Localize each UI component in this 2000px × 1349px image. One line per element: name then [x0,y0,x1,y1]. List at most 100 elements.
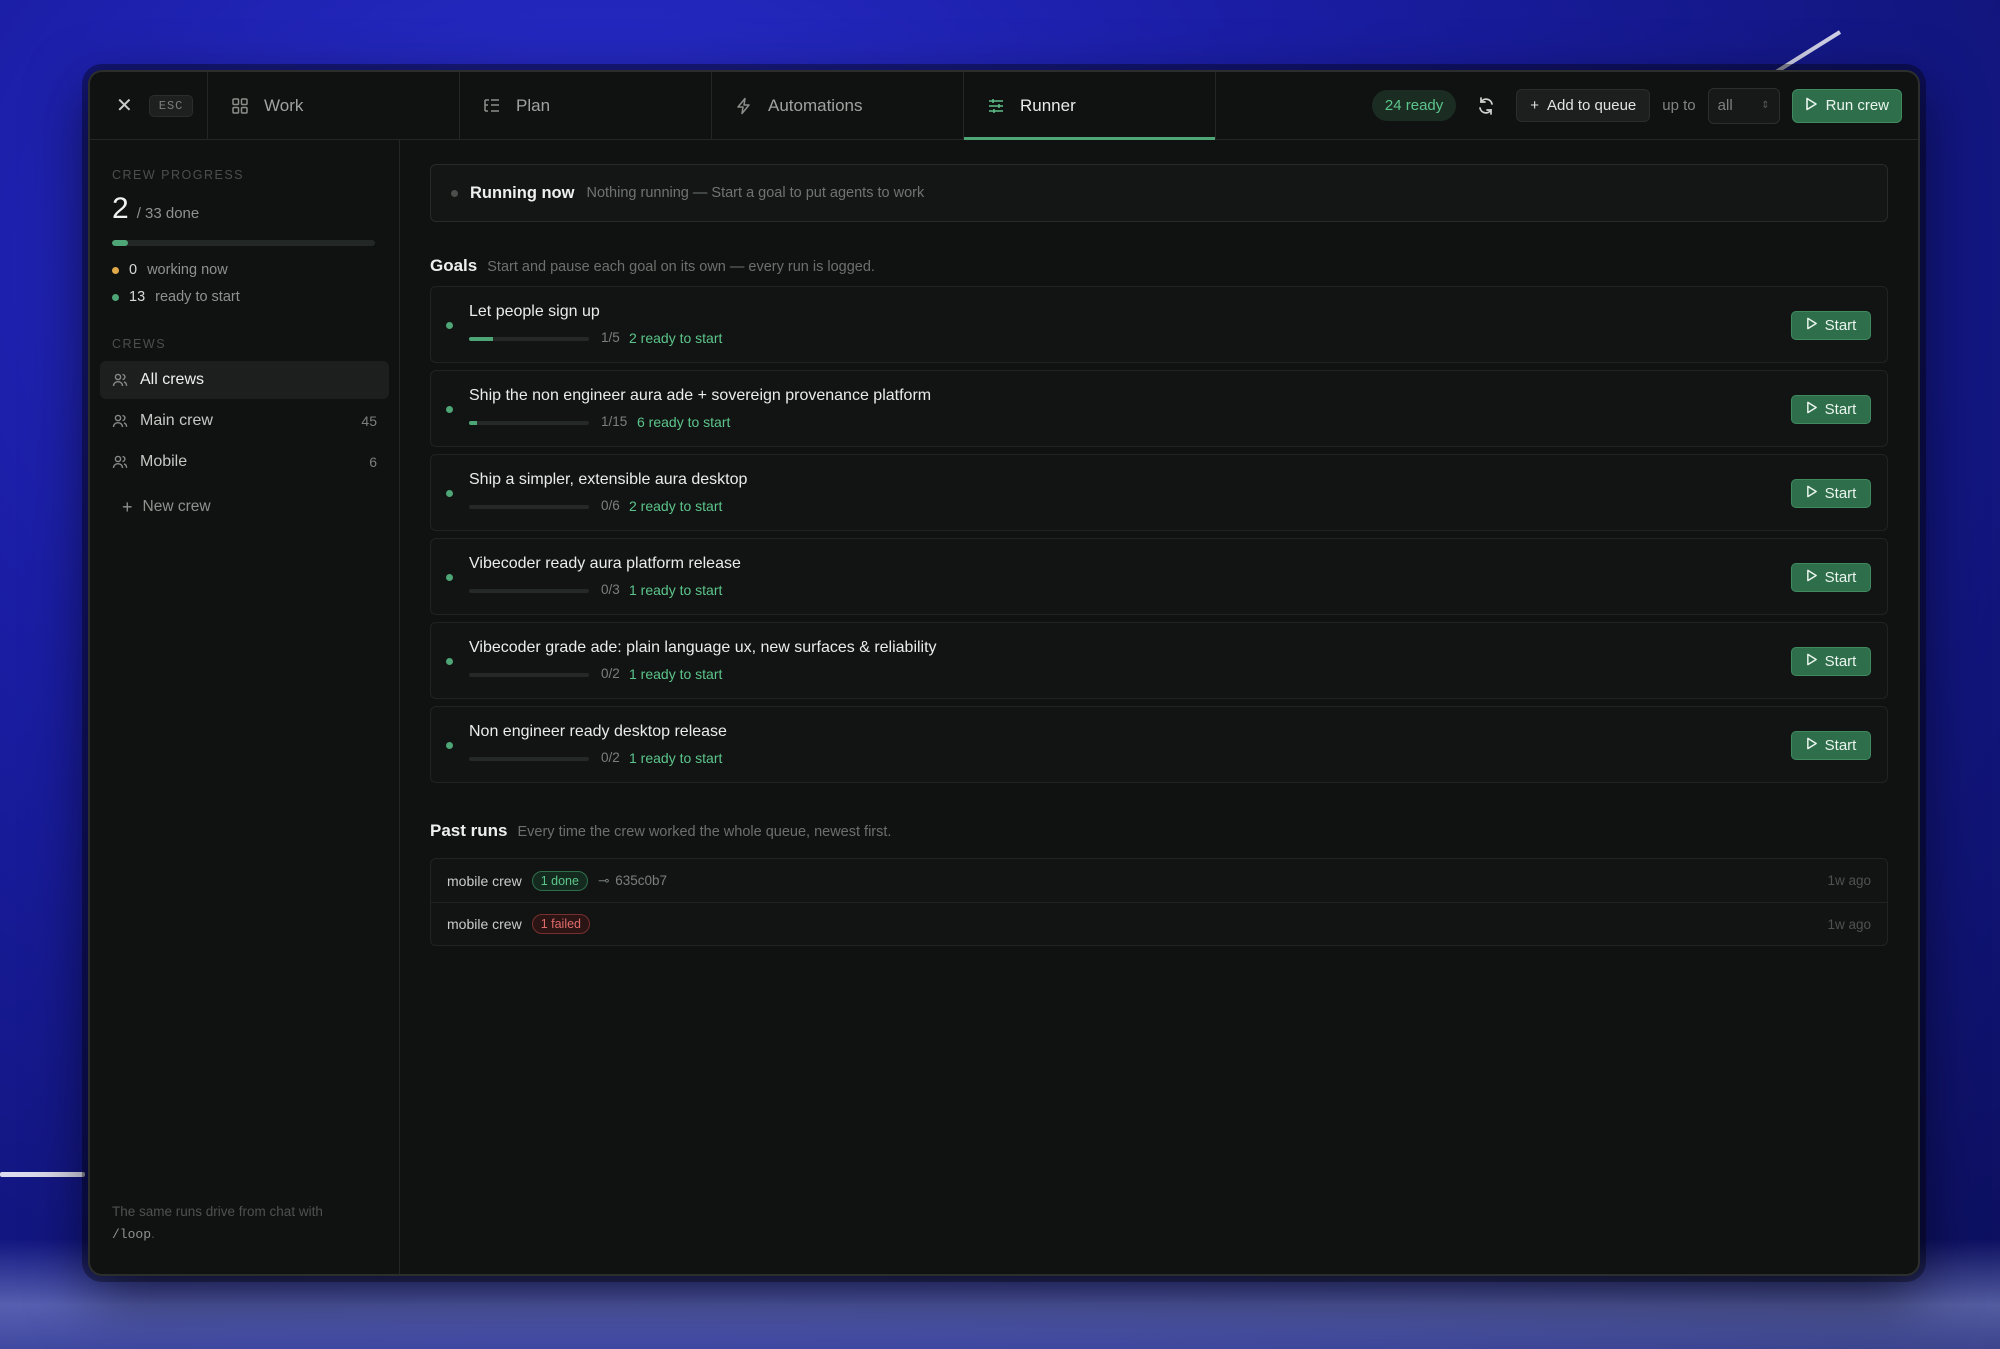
crew-name: Mobile [140,453,188,470]
background-light-streak [0,1172,85,1177]
goal-title: Ship the non engineer aura ade + soverei… [469,387,932,404]
crew-item-mobile[interactable]: Mobile 6 [100,443,389,481]
start-goal-button[interactable]: Start [1791,395,1871,424]
run-crew-name: mobile crew [447,916,522,932]
tab-label: Runner [1020,95,1076,115]
goals-list: Let people sign up 1/5 2 ready to start … [430,286,1888,783]
crew-item-main[interactable]: Main crew 45 [100,402,389,440]
goals-header: Goals Start and pause each goal on its o… [430,256,1888,276]
goal-progress-bar [469,505,589,509]
run-commit[interactable]: ⊸ 635c0b7 [598,873,667,889]
goal-row: Non engineer ready desktop release 0/2 1… [430,706,1888,783]
goal-row: Vibecoder ready aura platform release 0/… [430,538,1888,615]
add-to-queue-button[interactable]: + Add to queue [1516,89,1651,122]
running-now-panel: Running now Nothing running — Start a go… [430,164,1888,222]
start-goal-button[interactable]: Start [1791,311,1871,340]
plus-icon: + [1530,97,1540,114]
start-goal-button[interactable]: Start [1791,563,1871,592]
goal-row: Let people sign up 1/5 2 ready to start … [430,286,1888,363]
idle-dot [451,189,458,197]
crews-label: CREWS [112,337,167,351]
working-now-stat: 0 working now [100,262,389,278]
tab-label: Work [264,95,304,115]
goal-fraction: 0/3 [601,582,620,597]
list-tree-icon [482,96,502,116]
start-label: Start [1824,653,1857,670]
sidebar: CREW PROGRESS 2 / 33 done 0 working now … [90,140,400,1274]
running-now-title: Running now [470,183,575,202]
goal-ready-count: 2 ready to start [629,330,723,346]
play-icon [1806,737,1818,754]
start-label: Start [1824,317,1857,334]
goal-ready-count: 6 ready to start [637,414,731,430]
done-total: / 33 done [136,205,200,222]
up-to-select[interactable]: all ⇕ [1707,87,1780,124]
up-to-value: all [1717,97,1733,114]
goal-ready-count: 1 ready to start [629,582,723,598]
grid-icon [230,96,250,116]
tab-label: Plan [516,95,551,115]
tab-label: Automations [768,95,863,115]
commit-hash: 635c0b7 [615,873,668,888]
chevron-updown-icon: ⇕ [1761,100,1770,111]
run-crew-button[interactable]: Run crew [1791,88,1902,123]
add-to-queue-label: Add to queue [1547,97,1637,114]
past-runs-heading: Past runs [430,821,508,840]
crew-item-all[interactable]: All crews [100,361,389,399]
new-crew-button[interactable]: + New crew [100,489,389,525]
new-crew-label: New crew [142,498,211,515]
play-icon [1805,97,1818,115]
play-icon [1806,317,1818,334]
run-crew-name: mobile crew [447,872,522,889]
tab-work[interactable]: Work [208,72,460,139]
start-label: Start [1824,569,1857,586]
goal-fraction: 1/5 [601,330,620,345]
ready-count-badge: 24 ready [1371,90,1457,121]
goal-title: Ship a simpler, extensible aura desktop [469,471,748,488]
start-goal-button[interactable]: Start [1791,479,1871,508]
goal-title: Non engineer ready desktop release [469,723,727,740]
sliders-icon [986,96,1006,116]
past-runs-subheading: Every time the crew worked the whole que… [517,824,892,840]
run-time-ago: 1w ago [1827,873,1871,888]
run-status-badge: 1 failed [531,914,591,934]
goal-status-dot [446,742,453,749]
goal-progress-bar [469,337,589,341]
users-icon [112,413,128,429]
goal-status-dot [446,490,453,497]
topbar-actions: 24 ready + Add to queue up to all ⇕ Run … [1371,72,1918,139]
play-icon [1806,485,1818,502]
crew-name: All crews [140,371,205,388]
start-goal-button[interactable]: Start [1791,731,1871,760]
goal-progress-bar [469,589,589,593]
working-count: 0 [129,262,138,278]
past-run-row[interactable]: mobile crew 1 failed 1w ago [431,902,1887,945]
tab-automations[interactable]: Automations [712,72,964,139]
goal-status-dot [446,574,453,581]
goal-progress-bar [469,757,589,761]
goal-progress-bar [469,421,589,425]
tab-plan[interactable]: Plan [460,72,712,139]
footer-end: . [151,1226,155,1241]
goals-heading: Goals [430,256,478,275]
start-goal-button[interactable]: Start [1791,647,1871,676]
goal-fraction: 1/15 [601,414,628,429]
goal-row: Ship the non engineer aura ade + soverei… [430,370,1888,447]
refresh-icon[interactable] [1468,89,1504,123]
up-to-label: up to [1662,97,1696,114]
goal-row: Vibecoder grade ade: plain language ux, … [430,622,1888,699]
past-run-row[interactable]: mobile crew 1 done ⊸ 635c0b7 1w ago [431,859,1887,902]
goal-status-dot [446,322,453,329]
working-label: working now [147,262,228,278]
goal-status-dot [446,658,453,665]
goals-subheading: Start and pause each goal on its own — e… [487,259,875,275]
close-icon[interactable]: ✕ [116,93,133,118]
crew-progress-fill [112,240,128,246]
top-bar: ✕ ESC Work Plan Automations Runner 24 re… [90,72,1918,140]
goal-ready-count: 1 ready to start [629,666,723,682]
plus-icon: + [122,496,133,517]
start-label: Start [1824,485,1857,502]
ready-label: ready to start [155,289,240,305]
crew-progress-summary: 2 / 33 done [100,192,389,226]
tab-runner[interactable]: Runner [964,72,1216,140]
